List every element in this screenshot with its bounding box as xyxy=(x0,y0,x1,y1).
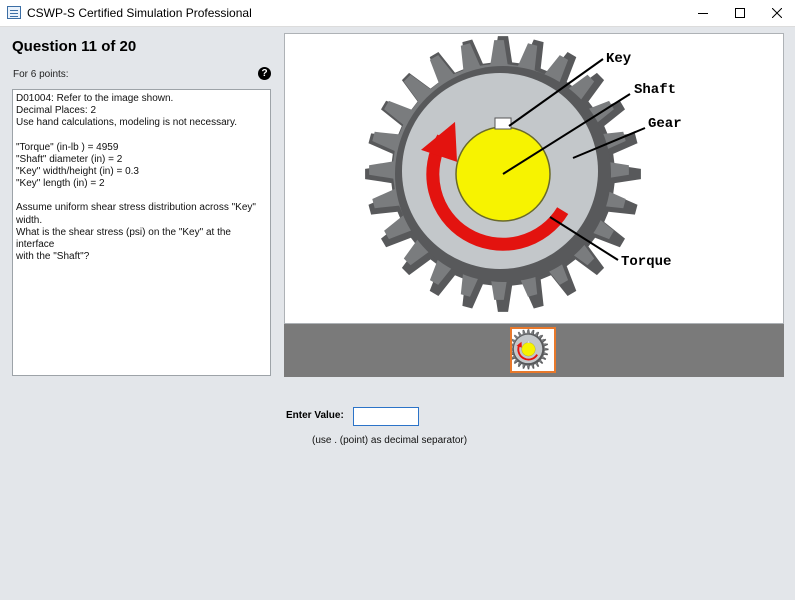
question-line: D01004: Refer to the image shown. xyxy=(16,93,174,104)
question-line: width. xyxy=(16,214,43,226)
figure-thumbnail[interactable] xyxy=(508,327,556,373)
maximize-button[interactable] xyxy=(725,0,755,26)
enter-value-label: Enter Value: xyxy=(286,410,344,421)
question-line: with the "Shaft"? xyxy=(16,251,90,263)
gear-thumbnail-icon xyxy=(508,329,549,370)
thumbnail-strip xyxy=(284,324,784,377)
question-line: "Torque" (in-lb ) = 4959 xyxy=(16,141,119,153)
question-line: Decimal Places: 2 xyxy=(16,105,97,117)
points-label: For 6 points: xyxy=(13,69,69,80)
key-label-text: Key xyxy=(606,51,632,67)
title-bar: CSWP-S Certified Simulation Professional xyxy=(0,0,795,27)
maximize-icon xyxy=(735,8,745,18)
decimal-hint: (use . (point) as decimal separator) xyxy=(312,435,468,446)
question-line: Use hand calculations, modeling is not n… xyxy=(16,117,238,129)
help-icon[interactable]: ? xyxy=(258,67,271,80)
question-line: Assume uniform shear stress distribution… xyxy=(16,202,256,214)
gear-shaft-diagram: Key Shaft Gear Torque xyxy=(365,36,682,312)
question-line: What is the shear stress (psi) on the "K… xyxy=(16,226,231,251)
window-title: CSWP-S Certified Simulation Professional xyxy=(27,6,252,20)
question-figure: Key Shaft Gear Torque xyxy=(284,33,784,324)
question-line: "Key" width/height (in) = 0.3 xyxy=(16,166,139,178)
torque-label-text: Torque xyxy=(621,254,671,270)
gear-label-text: Gear xyxy=(648,116,682,132)
app-icon xyxy=(7,6,21,19)
question-line: "Shaft" diameter (in) = 2 xyxy=(16,153,123,165)
question-header: Question 11 of 20 xyxy=(12,38,137,55)
minimize-button[interactable] xyxy=(688,0,718,26)
shaft-label-text: Shaft xyxy=(634,82,676,98)
question-line: "Key" length (in) = 2 xyxy=(16,178,105,190)
minimize-icon xyxy=(698,13,708,14)
close-button[interactable] xyxy=(762,0,792,26)
answer-input[interactable] xyxy=(353,407,419,426)
close-icon xyxy=(772,8,782,18)
question-text-box: D01004: Refer to the image shown. Decima… xyxy=(12,89,271,376)
